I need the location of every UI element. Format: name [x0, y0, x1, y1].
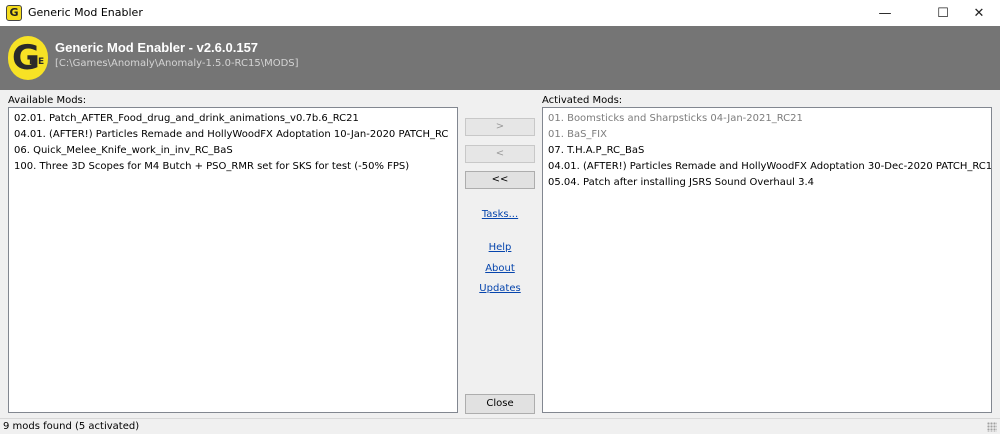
status-bar: 9 mods found (5 activated) [0, 418, 1000, 434]
close-window-button[interactable]: ✕ [956, 0, 1000, 26]
gme-logo-icon: G ME [8, 36, 48, 80]
deactivate-all-button[interactable]: << [465, 171, 535, 189]
status-text: 9 mods found (5 activated) [3, 421, 140, 432]
window-title: Generic Mod Enabler [28, 6, 143, 19]
mods-path: [C:\Games\Anomaly\Anomaly-1.5.0-RC15\MOD… [55, 58, 299, 69]
activated-mods-label: Activated Mods: [542, 95, 623, 106]
activated-mod-item[interactable]: 04.01. (AFTER!) Particles Remade and Hol… [543, 159, 991, 175]
minimize-button[interactable]: — [862, 0, 908, 26]
about-link[interactable]: About [465, 263, 535, 274]
available-mods-list[interactable]: 02.01. Patch_AFTER_Food_drug_and_drink_a… [8, 107, 458, 413]
logo-sub: ME [29, 57, 45, 67]
close-button[interactable]: Close [465, 394, 535, 414]
app-window: G Generic Mod Enabler — ☐ ✕ G ME Generic… [0, 0, 1000, 434]
available-mods-label: Available Mods: [8, 95, 87, 106]
resize-grip-icon[interactable] [987, 422, 997, 432]
available-mod-item[interactable]: 04.01. (AFTER!) Particles Remade and Hol… [9, 127, 457, 143]
available-mod-item[interactable]: 02.01. Patch_AFTER_Food_drug_and_drink_a… [9, 111, 457, 127]
activated-mod-item[interactable]: 01. BaS_FIX [543, 127, 991, 143]
activated-mods-items: 01. Boomsticks and Sharpsticks 04-Jan-20… [543, 108, 991, 191]
activated-mods-list[interactable]: 01. Boomsticks and Sharpsticks 04-Jan-20… [542, 107, 992, 413]
updates-link[interactable]: Updates [465, 283, 535, 294]
activated-mod-item[interactable]: 01. Boomsticks and Sharpsticks 04-Jan-20… [543, 111, 991, 127]
help-link[interactable]: Help [465, 242, 535, 253]
tasks-link[interactable]: Tasks... [465, 209, 535, 220]
activate-mod-button[interactable]: > [465, 118, 535, 136]
available-mod-item[interactable]: 06. Quick_Melee_Knife_work_in_inv_RC_BaS [9, 143, 457, 159]
available-mod-item[interactable]: 100. Three 3D Scopes for M4 Butch + PSO_… [9, 159, 457, 175]
activated-mod-item[interactable]: 05.04. Patch after installing JSRS Sound… [543, 175, 991, 191]
app-icon: G [6, 5, 22, 21]
app-title: Generic Mod Enabler - v2.6.0.157 [55, 40, 259, 55]
activated-mod-item[interactable]: 07. T.H.A.P_RC_BaS [543, 143, 991, 159]
deactivate-mod-button[interactable]: < [465, 145, 535, 163]
available-mods-items: 02.01. Patch_AFTER_Food_drug_and_drink_a… [9, 108, 457, 175]
header-banner: G ME Generic Mod Enabler - v2.6.0.157 [C… [0, 26, 1000, 90]
title-bar: G Generic Mod Enabler — ☐ ✕ [0, 0, 1000, 26]
